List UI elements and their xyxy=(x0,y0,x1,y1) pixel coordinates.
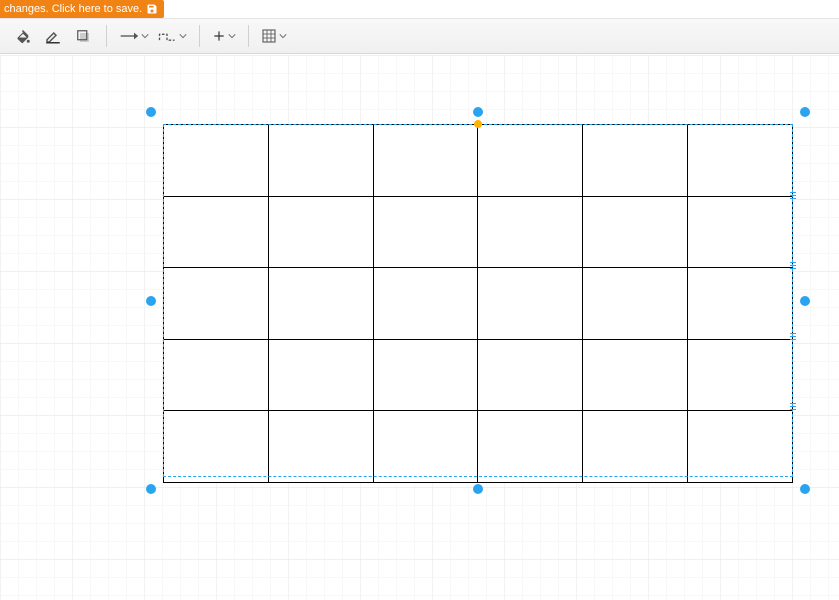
chevron-down-icon xyxy=(228,32,236,40)
selection-dashed-border xyxy=(163,124,793,477)
toolbar-divider xyxy=(199,25,200,47)
waypoint-icon xyxy=(157,28,177,44)
resize-handle-w[interactable] xyxy=(146,296,156,306)
toolbar-divider xyxy=(248,25,249,47)
unsaved-changes-text: changes. Click here to save. xyxy=(4,0,142,18)
save-icon xyxy=(146,3,158,15)
resize-handle-se[interactable] xyxy=(800,484,810,494)
table-options-button[interactable] xyxy=(259,23,289,49)
waypoint-style-button[interactable] xyxy=(155,23,189,49)
unsaved-changes-banner[interactable]: changes. Click here to save. xyxy=(0,0,164,18)
plus-icon xyxy=(212,29,226,43)
fill-color-button[interactable] xyxy=(10,23,36,49)
chevron-down-icon xyxy=(279,32,287,40)
resize-handle-s[interactable] xyxy=(473,484,483,494)
shadow-button[interactable] xyxy=(70,23,96,49)
toolbar-divider xyxy=(106,25,107,47)
resize-handle-ne[interactable] xyxy=(800,107,810,117)
line-color-button[interactable] xyxy=(40,23,66,49)
resize-handle-n[interactable] xyxy=(473,107,483,117)
insert-button[interactable] xyxy=(210,23,238,49)
chevron-down-icon xyxy=(141,32,149,40)
resize-handle-nw[interactable] xyxy=(146,107,156,117)
format-toolbar xyxy=(0,18,839,54)
selection-outline xyxy=(163,124,793,477)
resize-handle-e[interactable] xyxy=(800,296,810,306)
resize-handle-sw[interactable] xyxy=(146,484,156,494)
rotation-handle[interactable] xyxy=(474,120,482,128)
connection-style-button[interactable] xyxy=(117,23,151,49)
chevron-down-icon xyxy=(179,32,187,40)
table-grid-icon xyxy=(261,28,277,44)
arrow-right-icon xyxy=(119,29,139,43)
drawing-canvas[interactable] xyxy=(0,55,839,600)
